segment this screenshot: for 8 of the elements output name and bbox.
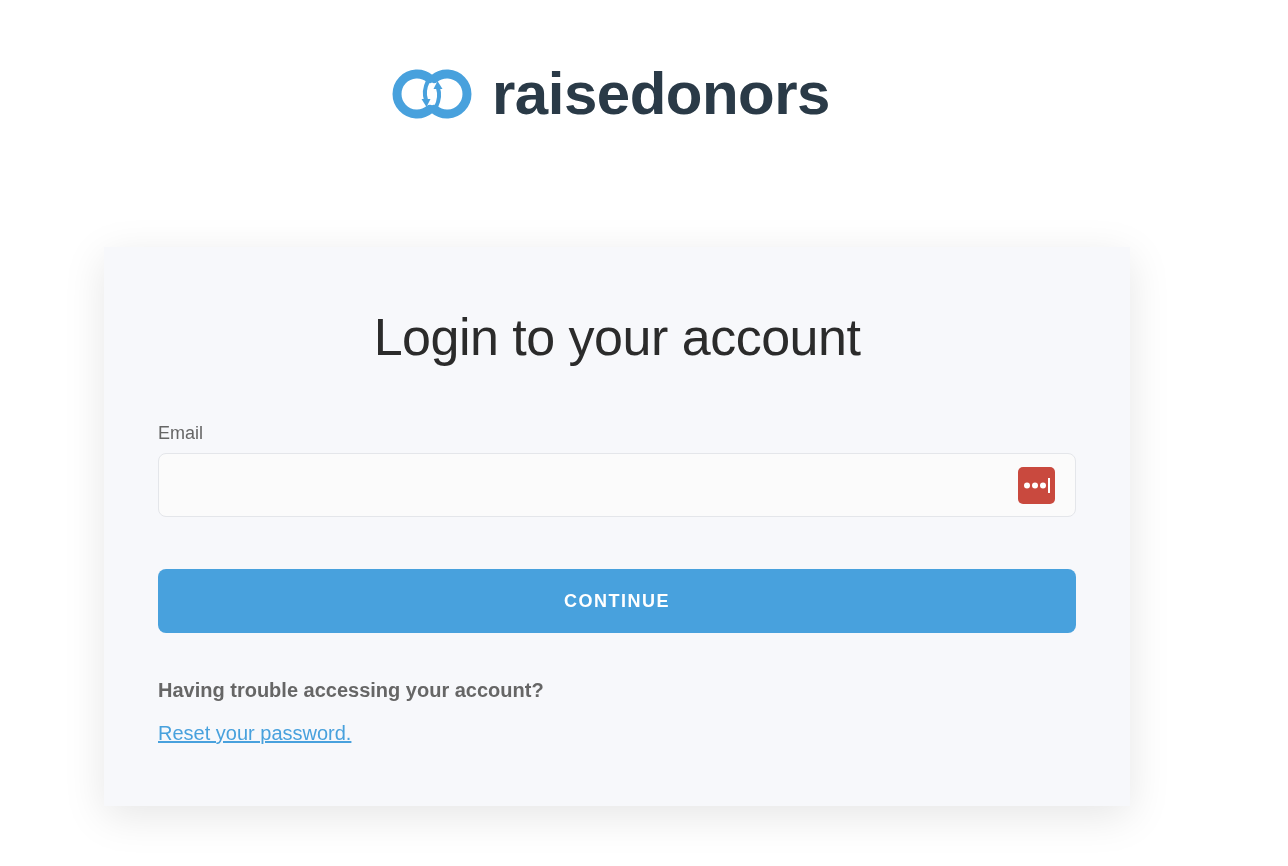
password-dots-icon[interactable] [1018,466,1055,504]
email-field[interactable] [158,453,1076,517]
continue-button[interactable]: CONTINUE [158,569,1076,633]
reset-password-link[interactable]: Reset your password. [158,720,352,746]
email-label: Email [158,422,203,445]
login-title: Login to your account [373,307,861,368]
help-text: Having trouble accessing your account? [158,678,544,703]
logo-wordmark: raisedonors [492,64,830,124]
